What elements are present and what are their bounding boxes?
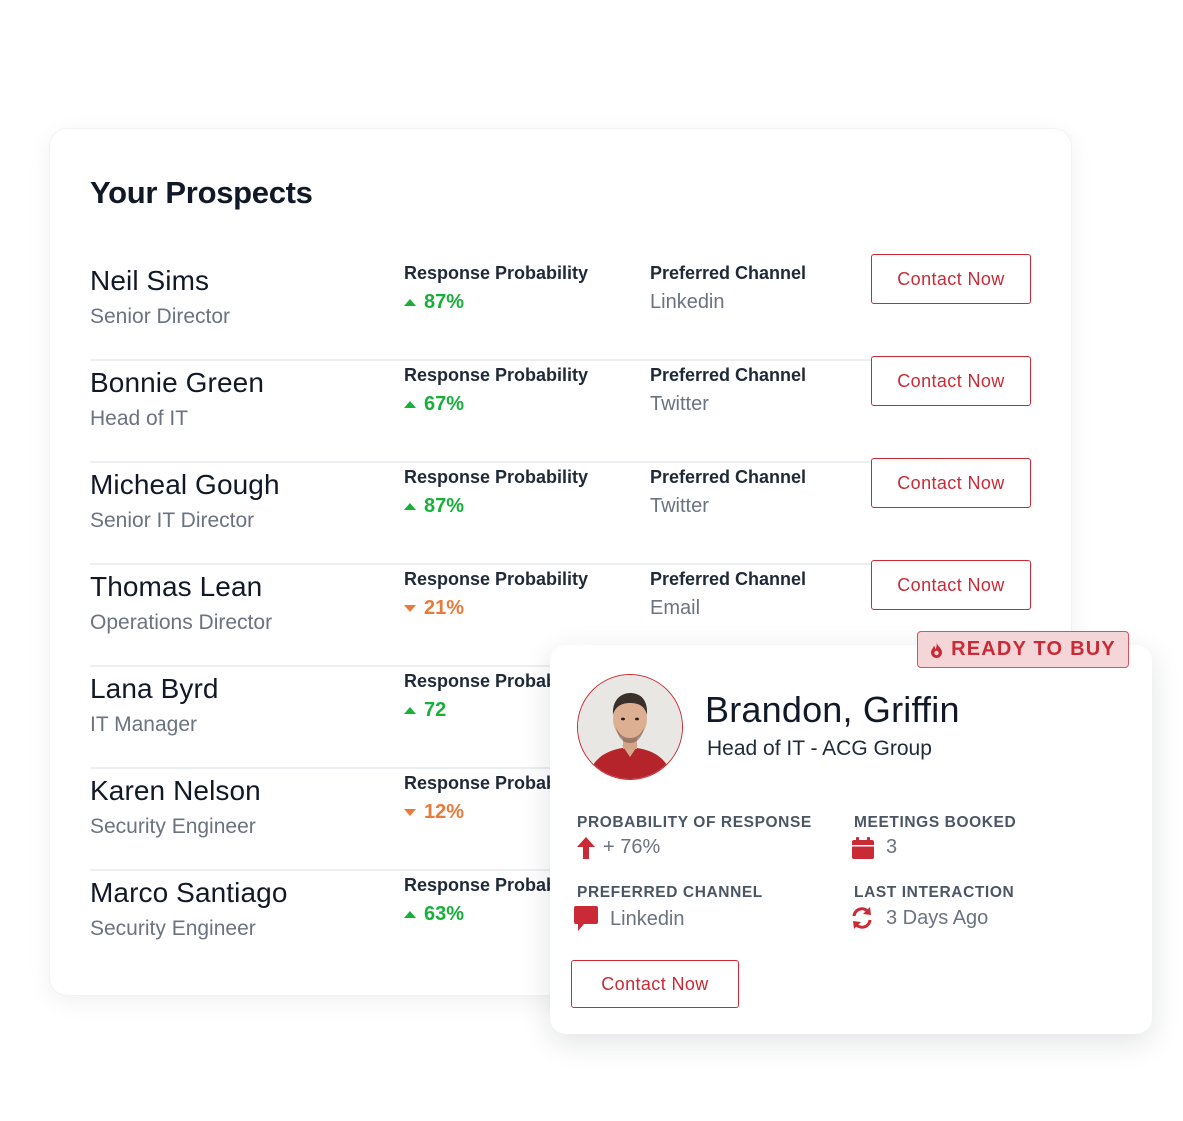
page-title: Your Prospects bbox=[90, 175, 313, 210]
prospect-title: Security Engineer bbox=[90, 815, 256, 838]
response-probability-label: Response Probab bbox=[404, 773, 558, 793]
meetings-number: 3 bbox=[886, 836, 898, 858]
preferred-channel-value: Email bbox=[650, 597, 701, 619]
last-interaction-text: 3 Days Ago bbox=[886, 906, 989, 929]
prospect-title: IT Manager bbox=[90, 713, 197, 736]
channel-label: PREFERRED CHANNEL bbox=[577, 884, 763, 901]
prospect-name: Neil Sims bbox=[90, 265, 210, 296]
prospect-title: Head of IT bbox=[90, 407, 189, 430]
refresh-icon bbox=[852, 907, 872, 929]
preferred-channel-value: Twitter bbox=[650, 393, 709, 415]
response-probability-value: 67% bbox=[404, 393, 464, 416]
contact-now-button[interactable]: Contact Now bbox=[871, 254, 1031, 304]
prospect-row: Bonnie Green Head of IT Response Probabi… bbox=[90, 356, 1032, 463]
response-probability-number: 63% bbox=[424, 903, 465, 925]
response-probability-label: Response Probability bbox=[404, 467, 589, 487]
response-probability-number: 72 bbox=[424, 699, 447, 721]
probability-value: + 76% bbox=[577, 836, 660, 859]
ready-to-buy-badge: READY TO BUY bbox=[917, 631, 1129, 668]
trend-up-icon bbox=[404, 401, 416, 408]
response-probability-label: Response Probab bbox=[404, 671, 558, 691]
prospect-title: Security Engineer bbox=[90, 917, 256, 940]
probability-label: PROBABILITY OF RESPONSE bbox=[577, 814, 812, 831]
response-probability-number: 87% bbox=[424, 495, 465, 517]
last-interaction-label: LAST INTERACTION bbox=[854, 884, 1015, 901]
probability-number: + 76% bbox=[603, 836, 661, 858]
contact-now-button[interactable]: Contact Now bbox=[571, 960, 739, 1008]
preferred-channel-label: Preferred Channel bbox=[650, 365, 807, 385]
last-interaction-value: 3 Days Ago bbox=[850, 906, 988, 930]
prospect-detail-card: Brandon, Griffin Head of IT - ACG Group … bbox=[550, 645, 1152, 1034]
preferred-channel-value: Linkedin bbox=[650, 291, 725, 313]
prospect-row: Neil Sims Senior Director Response Proba… bbox=[90, 254, 1032, 361]
response-probability-label: Response Probab bbox=[404, 875, 558, 895]
response-probability-number: 67% bbox=[424, 393, 465, 415]
response-probability-value: 63% bbox=[404, 903, 464, 926]
preferred-channel-value: Twitter bbox=[650, 495, 709, 517]
meetings-label: MEETINGS BOOKED bbox=[854, 814, 1017, 831]
trend-up-icon bbox=[404, 503, 416, 510]
trend-down-icon bbox=[404, 809, 416, 816]
prospect-name: Karen Nelson bbox=[90, 775, 261, 806]
prospect-name: Bonnie Green bbox=[90, 367, 264, 398]
response-probability-number: 12% bbox=[424, 801, 465, 823]
preferred-channel-label: Preferred Channel bbox=[650, 467, 807, 487]
response-probability-number: 21% bbox=[424, 597, 465, 619]
response-probability-value: 72 bbox=[404, 699, 446, 722]
response-probability-value: 87% bbox=[404, 495, 464, 518]
contact-now-button[interactable]: Contact Now bbox=[871, 458, 1031, 508]
trend-down-icon bbox=[404, 605, 416, 612]
trend-up-icon bbox=[404, 299, 416, 306]
prospect-row: Micheal Gough Senior IT Director Respons… bbox=[90, 458, 1032, 565]
contact-now-button[interactable]: Contact Now bbox=[871, 356, 1031, 406]
response-probability-value: 21% bbox=[404, 597, 464, 620]
chat-icon bbox=[574, 906, 598, 931]
prospect-name: Brandon, Griffin bbox=[705, 689, 960, 730]
prospect-title: Senior Director bbox=[90, 305, 231, 328]
prospect-subtitle: Head of IT - ACG Group bbox=[707, 737, 932, 760]
prospect-name: Marco Santiago bbox=[90, 877, 288, 908]
meetings-value: 3 bbox=[852, 836, 897, 859]
prospect-name: Micheal Gough bbox=[90, 469, 280, 500]
channel-value: Linkedin bbox=[574, 906, 685, 932]
channel-text: Linkedin bbox=[610, 907, 685, 930]
calendar-icon bbox=[852, 836, 874, 859]
prospect-title: Senior IT Director bbox=[90, 509, 255, 532]
response-probability-number: 87% bbox=[424, 291, 465, 313]
trend-up-icon bbox=[404, 911, 416, 918]
response-probability-value: 12% bbox=[404, 801, 464, 824]
flame-icon bbox=[931, 641, 943, 658]
preferred-channel-label: Preferred Channel bbox=[650, 569, 807, 589]
preferred-channel-label: Preferred Channel bbox=[650, 263, 807, 283]
response-probability-label: Response Probability bbox=[404, 263, 589, 283]
profile-photo bbox=[578, 675, 682, 779]
prospect-title: Operations Director bbox=[90, 611, 273, 634]
prospect-name: Thomas Lean bbox=[90, 571, 263, 602]
trend-up-icon bbox=[404, 707, 416, 714]
response-probability-label: Response Probability bbox=[404, 365, 589, 385]
response-probability-label: Response Probability bbox=[404, 569, 589, 589]
badge-label: READY TO BUY bbox=[951, 638, 1116, 660]
avatar bbox=[577, 674, 683, 780]
response-probability-value: 87% bbox=[404, 291, 464, 314]
prospect-name: Lana Byrd bbox=[90, 673, 219, 704]
arrow-up-icon bbox=[577, 836, 595, 859]
contact-now-button[interactable]: Contact Now bbox=[871, 560, 1031, 610]
